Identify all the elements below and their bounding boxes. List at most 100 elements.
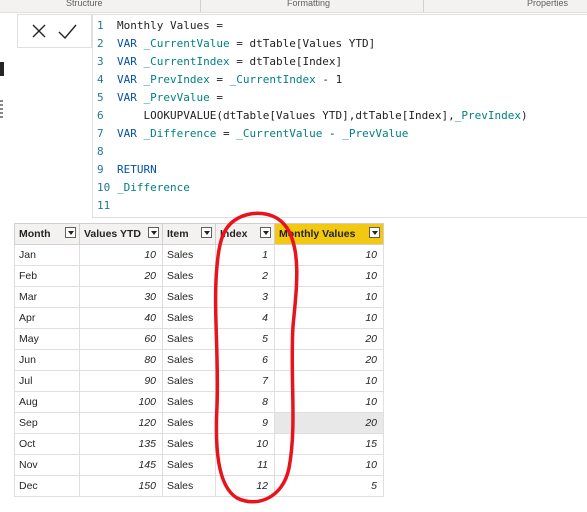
ribbon-tab-properties[interactable]: Properties <box>527 0 568 8</box>
table-cell[interactable]: Sales <box>162 244 216 266</box>
table-cell[interactable]: 12 <box>215 475 275 497</box>
dax-formula-editor[interactable]: 1 Monthly Values = 2 VAR _CurrentValue = dt… <box>92 14 587 218</box>
table-cell[interactable]: Apr <box>14 307 80 329</box>
filter-dropdown-icon[interactable] <box>201 227 212 238</box>
table-cell[interactable]: Sales <box>162 307 216 329</box>
table-cell[interactable]: 2 <box>215 265 275 287</box>
table-cell[interactable]: 145 <box>79 454 163 476</box>
table-cell[interactable]: 100 <box>79 391 163 413</box>
table-cell[interactable]: 90 <box>79 370 163 392</box>
code-line: 2 VAR _CurrentValue = dtTable[Values YTD] <box>97 35 375 53</box>
table-cell[interactable]: Jun <box>14 349 80 371</box>
table-row: Oct 135 Sales 10 15 <box>14 433 384 455</box>
table-cell[interactable]: 10 <box>274 307 384 329</box>
table-cell[interactable]: Dec <box>14 475 80 497</box>
table-cell[interactable]: 3 <box>215 286 275 308</box>
table-cell[interactable]: Sales <box>162 349 216 371</box>
table-cell[interactable]: May <box>14 328 80 350</box>
table-cell[interactable]: 60 <box>79 328 163 350</box>
code-line: 4 VAR _PrevIndex = _CurrentIndex - 1 <box>97 71 342 89</box>
table-cell[interactable]: Jan <box>14 244 80 266</box>
table-cell[interactable]: 120 <box>79 412 163 434</box>
table-cell[interactable]: 6 <box>215 349 275 371</box>
column-header-item[interactable]: Item <box>162 223 216 245</box>
table-cell[interactable]: 30 <box>79 286 163 308</box>
table-cell[interactable]: 40 <box>79 307 163 329</box>
table-cell[interactable]: 20 <box>274 328 384 350</box>
table-cell[interactable]: 7 <box>215 370 275 392</box>
column-header-index[interactable]: Index <box>215 223 275 245</box>
code-token: = <box>216 127 237 140</box>
table-cell[interactable]: 20 <box>79 265 163 287</box>
table-cell[interactable]: Aug <box>14 391 80 413</box>
table-row: Sep 120 Sales 9 20 <box>14 412 384 434</box>
ribbon-divider <box>423 0 424 12</box>
column-header-values-ytd[interactable]: Values YTD <box>79 223 163 245</box>
filter-dropdown-icon[interactable] <box>65 227 76 238</box>
table-cell[interactable]: 15 <box>274 433 384 455</box>
code-token: _CurrentIndex <box>229 73 316 86</box>
table-cell[interactable]: 4 <box>215 307 275 329</box>
table-cell[interactable]: Sales <box>162 454 216 476</box>
table-cell[interactable]: 10 <box>274 265 384 287</box>
table-cell[interactable]: 8 <box>215 391 275 413</box>
code-token: _PrevValue <box>143 91 210 104</box>
table-cell[interactable]: 20 <box>274 349 384 371</box>
line-number: 3 <box>97 55 104 68</box>
code-token: _PrevIndex <box>454 109 521 122</box>
table-cell[interactable]: 10 <box>79 244 163 266</box>
filter-dropdown-icon[interactable] <box>148 227 159 238</box>
table-cell[interactable]: 10 <box>215 433 275 455</box>
table-cell[interactable]: Sales <box>162 265 216 287</box>
table-cell[interactable]: Feb <box>14 265 80 287</box>
table-cell[interactable]: 11 <box>215 454 275 476</box>
code-line: 7 VAR _Difference = _CurrentValue - _Prev… <box>97 125 408 143</box>
line-number: 9 <box>97 163 104 176</box>
table-header-row: Month Values YTD Item Index Monthly Valu… <box>14 223 384 245</box>
filter-dropdown-icon[interactable] <box>260 227 271 238</box>
table-cell[interactable]: 10 <box>274 391 384 413</box>
table-cell[interactable]: 135 <box>79 433 163 455</box>
table-cell[interactable]: 5 <box>215 328 275 350</box>
table-cell[interactable]: Sep <box>14 412 80 434</box>
table-cell[interactable]: 80 <box>79 349 163 371</box>
table-cell[interactable]: 9 <box>215 412 275 434</box>
code-line: 6 LOOKUPVALUE(dtTable[Values YTD],dtTabl… <box>97 107 528 125</box>
close-icon[interactable] <box>27 19 51 43</box>
code-token: LOOKUPVALUE(dtTable[Values YTD],dtTable[… <box>117 109 455 122</box>
line-number: 4 <box>97 73 104 86</box>
column-header-month[interactable]: Month <box>14 223 80 245</box>
filter-dropdown-icon[interactable] <box>369 227 380 238</box>
code-token: VAR <box>117 127 144 140</box>
table-cell[interactable]: Sales <box>162 433 216 455</box>
check-icon[interactable] <box>55 19 79 43</box>
table-cell[interactable]: 20 <box>274 412 384 434</box>
ribbon-tab-formatting[interactable]: Formatting <box>287 0 330 8</box>
table-cell[interactable]: Mar <box>14 286 80 308</box>
table-cell[interactable]: 10 <box>274 454 384 476</box>
line-number: 1 <box>97 19 104 32</box>
code-token: VAR <box>117 91 144 104</box>
table-cell[interactable]: 150 <box>79 475 163 497</box>
table-cell[interactable]: Oct <box>14 433 80 455</box>
column-header-label: Monthly Values <box>279 228 356 240</box>
table-cell[interactable]: Sales <box>162 370 216 392</box>
table-cell[interactable]: Sales <box>162 475 216 497</box>
table-cell[interactable]: 5 <box>274 475 384 497</box>
table-cell[interactable]: Sales <box>162 391 216 413</box>
data-view-icon[interactable] <box>0 100 3 118</box>
table-cell[interactable]: Jul <box>14 370 80 392</box>
column-header-monthly-values[interactable]: Monthly Values <box>274 223 384 245</box>
line-number: 10 <box>97 181 111 194</box>
table-cell[interactable]: Sales <box>162 328 216 350</box>
ribbon-tab-structure[interactable]: Structure <box>66 0 103 8</box>
table-cell[interactable]: 10 <box>274 244 384 266</box>
table-cell[interactable]: Nov <box>14 454 80 476</box>
table-cell[interactable]: 10 <box>274 370 384 392</box>
table-row: Jun 80 Sales 6 20 <box>14 349 384 371</box>
table-cell[interactable]: 1 <box>215 244 275 266</box>
table-cell[interactable]: Sales <box>162 412 216 434</box>
report-view-icon[interactable] <box>0 62 4 76</box>
table-cell[interactable]: Sales <box>162 286 216 308</box>
table-cell[interactable]: 10 <box>274 286 384 308</box>
